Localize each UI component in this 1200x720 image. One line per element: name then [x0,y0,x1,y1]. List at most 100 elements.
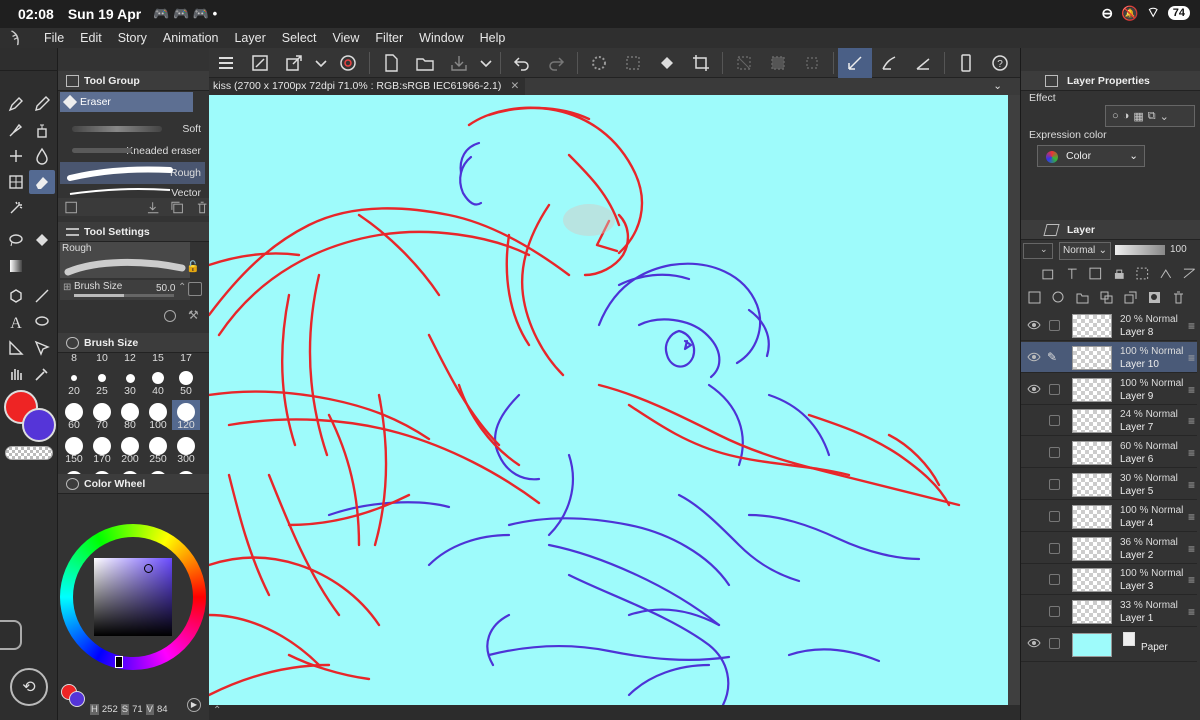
layer-menu-icon[interactable]: ≡ [1188,414,1195,428]
menu-edit[interactable]: Edit [72,28,110,48]
chevron-up-icon[interactable]: ⌃ [213,705,221,716]
brush-rough[interactable]: Rough [60,162,205,184]
crop-icon[interactable] [684,48,718,78]
layer-color-effect-icon[interactable]: ⧉ [1148,110,1156,123]
lock-layer-icon[interactable] [1112,266,1127,281]
new-vector-layer-icon[interactable] [1051,290,1066,305]
gradient-tool-icon[interactable] [3,254,29,278]
document-tab[interactable]: kiss (2700 x 1700px 72dpi 71.0% : RGB:sR… [209,78,526,95]
smartphone-icon[interactable] [949,48,983,78]
decoration-tool-icon[interactable] [3,144,29,168]
layer-color-dropdown[interactable]: ⌄ [1023,243,1053,259]
eraser-subtool-item[interactable]: Eraser [60,92,193,112]
layer-menu-icon[interactable]: ≡ [1188,351,1195,365]
operation-tool-icon[interactable] [29,336,55,360]
layer-menu-icon[interactable]: ≡ [1188,319,1195,333]
hidden-eye-slot[interactable] [1027,605,1041,617]
layer-checkbox[interactable] [1049,542,1060,554]
airbrush-tool-icon[interactable] [29,118,55,142]
hidden-eye-slot[interactable] [1027,414,1041,426]
layer-checkbox[interactable] [1049,415,1060,427]
brush-kneaded[interactable]: Kneaded eraser [60,140,205,162]
layer-menu-icon[interactable]: ≡ [1188,573,1195,587]
help-icon[interactable]: ? [983,48,1017,78]
layer-row[interactable]: 60 % Normal Layer 6 ≡ [1021,437,1197,469]
layer-checkbox[interactable] [1049,383,1060,395]
hidden-eye-slot[interactable] [1027,510,1041,522]
reference-layer-icon[interactable] [1041,266,1056,281]
layer-mask-icon[interactable] [1147,290,1162,305]
text-tool-icon[interactable]: A [3,310,29,334]
blend-tool-icon[interactable] [29,144,55,168]
snap-special-ruler-icon[interactable] [872,48,906,78]
menu-window[interactable]: Window [411,28,471,48]
expression-color-select[interactable]: Color ⌄ [1037,145,1145,167]
hidden-eye-slot[interactable] [1027,478,1041,490]
layer-checkbox[interactable] [1049,479,1060,490]
menu-animation[interactable]: Animation [155,28,227,48]
auto-select-tool-icon[interactable] [3,196,29,220]
layer-row[interactable]: 100 % Normal Layer 3 ≡ [1021,564,1197,596]
draft-layer-icon[interactable] [1065,266,1080,281]
lock-icon[interactable]: 🔓 [186,260,200,273]
paper-layer-row[interactable]: Paper [1021,628,1197,662]
layer-checkbox[interactable] [1049,638,1060,649]
layer-menu-icon[interactable]: ≡ [1188,478,1195,492]
brush-tool-icon[interactable] [3,118,29,142]
ruler-tool-icon[interactable] [3,336,29,360]
sub-color-swatch[interactable] [22,408,56,442]
pencil-tool-icon[interactable] [29,92,55,116]
border-effect-icon[interactable]: ○ [1112,110,1119,122]
fill-tool-icon[interactable] [29,228,55,252]
app-logo-icon[interactable]: ϡ [0,29,36,47]
layer-checkbox[interactable] [1049,606,1060,618]
layer-checkbox[interactable] [1049,574,1060,586]
balloon-tool-icon[interactable] [29,310,55,334]
layer-row[interactable]: 100 % Normal Layer 4 ≡ [1021,501,1197,532]
wrench-icon[interactable]: ⚒ [188,308,199,322]
menu-file[interactable]: File [36,28,72,48]
layer-properties-header[interactable]: Layer Properties [1021,71,1200,91]
tool-preset-preview[interactable]: Rough [60,242,190,278]
menu-view[interactable]: View [325,28,368,48]
new-folder-icon[interactable] [1075,290,1090,305]
transfer-down-icon[interactable] [1099,290,1114,305]
transform-icon[interactable] [616,48,650,78]
eye-icon[interactable] [1027,637,1041,649]
compass-icon[interactable] [164,310,176,322]
close-tab-icon[interactable]: ✕ [511,78,520,95]
hamburger-menu-icon[interactable] [209,48,243,78]
mask-icon[interactable] [1088,266,1103,281]
chevron-down-icon[interactable] [476,48,496,78]
drawing-canvas[interactable] [209,95,1008,705]
eyedropper-tool-icon[interactable] [29,362,55,386]
menu-select[interactable]: Select [274,28,325,48]
clear-selection-icon[interactable] [727,48,761,78]
pressure-icon[interactable] [188,282,202,296]
brush-soft[interactable]: Soft [60,118,205,140]
layer-row[interactable]: ✎ 100 % Normal Layer 10 ≡ [1021,341,1197,373]
chevron-down-icon[interactable] [311,48,331,78]
line-tool-icon[interactable] [29,284,55,308]
brush-size-setting[interactable]: ⊞ Brush Size 50.0 ⌃ [60,280,190,300]
duplicate-icon[interactable] [170,200,184,215]
download-icon[interactable] [146,200,160,215]
layer-menu-icon[interactable]: ≡ [1188,446,1195,460]
layer-checkbox[interactable] [1049,510,1060,522]
layer-menu-icon[interactable]: ≡ [1188,605,1195,619]
lasso-tool-icon[interactable] [3,228,29,252]
hidden-eye-slot[interactable] [1027,446,1041,458]
eye-icon[interactable] [1027,351,1041,363]
brush-vector[interactable]: Vector [60,184,205,196]
chevron-down-icon[interactable]: ⌄ [1160,110,1169,123]
saturation-value-square[interactable] [94,558,172,636]
settings-icon[interactable] [64,200,78,215]
layer-row[interactable]: 36 % Normal Layer 2 ≡ [1021,533,1197,564]
layer-menu-icon[interactable]: ≡ [1188,510,1195,524]
menu-layer[interactable]: Layer [226,28,273,48]
menu-help[interactable]: Help [472,28,514,48]
invert-selection-icon[interactable] [761,48,795,78]
delete-layer-icon[interactable] [1171,290,1186,305]
side-panel-toggle-icon[interactable] [0,620,22,650]
layer-checkbox[interactable] [1049,320,1060,331]
